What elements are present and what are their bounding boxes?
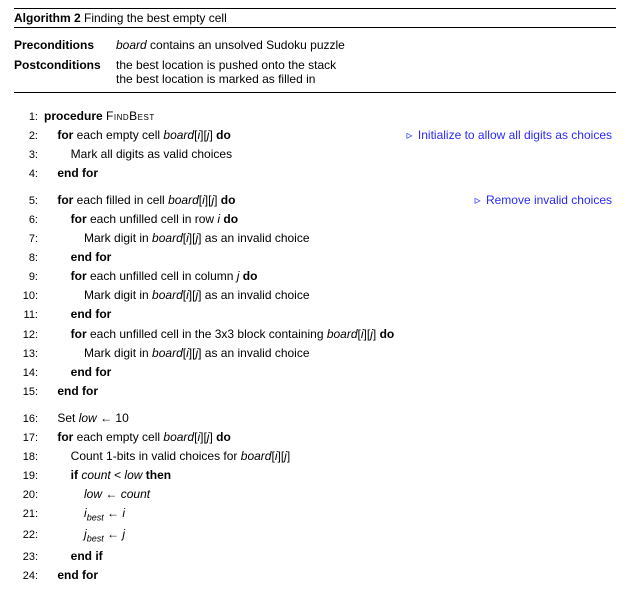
- line-number: 12:: [14, 327, 44, 344]
- algorithm-block: Algorithm 2 Finding the best empty cell …: [0, 0, 630, 597]
- line-number: 15:: [14, 384, 44, 401]
- code-line: 6: for each unfilled cell in row i do: [14, 210, 616, 229]
- divider: [14, 92, 616, 93]
- code-line: 17: for each empty cell board[i][j] do: [14, 428, 616, 447]
- line-number: 14:: [14, 365, 44, 382]
- code-line: 11: end for: [14, 305, 616, 324]
- code-line: 21: ibest ← i: [14, 504, 616, 525]
- line-number: 5:: [14, 193, 44, 210]
- line-number: 3:: [14, 147, 44, 164]
- line-number: 16:: [14, 411, 44, 428]
- code-line: 8: end for: [14, 248, 616, 267]
- code-line: 9: for each unfilled cell in column j do: [14, 267, 616, 286]
- line-number: 6:: [14, 212, 44, 229]
- code-line: 23: end if: [14, 547, 616, 566]
- postconditions-line2: the best location is marked as filled in: [116, 72, 336, 86]
- code-line: 22: jbest ← j: [14, 525, 616, 546]
- code-line: 10: Mark digit in board[i][j] as an inva…: [14, 286, 616, 305]
- postconditions-label: Postconditions: [14, 58, 116, 86]
- code-line: 2: for each empty cell board[i][j] do ▹ …: [14, 126, 616, 145]
- line-number: 13:: [14, 346, 44, 363]
- line-number: 20:: [14, 487, 44, 504]
- line-number: 18:: [14, 449, 44, 466]
- algorithm-title: Finding the best empty cell: [84, 11, 227, 25]
- comment: ▹ Initialize to allow all digits as choi…: [407, 126, 612, 145]
- pseudocode: 1: procedure FindBest 2: for each empty …: [14, 107, 616, 585]
- line-number: 4:: [14, 166, 44, 183]
- line-number: 2:: [14, 128, 44, 145]
- line-number: 1:: [14, 109, 44, 126]
- postconditions-line1: the best location is pushed onto the sta…: [116, 58, 336, 72]
- line-number: 10:: [14, 288, 44, 305]
- algorithm-label: Algorithm 2: [14, 11, 81, 25]
- code-line: 14: end for: [14, 363, 616, 382]
- code-line: 7: Mark digit in board[i][j] as an inval…: [14, 229, 616, 248]
- var-board: board: [116, 38, 147, 52]
- code-line: 24: end for: [14, 566, 616, 585]
- postconditions-row: Postconditions the best location is push…: [14, 58, 616, 86]
- triangle-icon: ▹: [407, 128, 413, 142]
- code-line: 18: Count 1-bits in valid choices for bo…: [14, 447, 616, 466]
- line-number: 23:: [14, 549, 44, 566]
- line-number: 24:: [14, 568, 44, 585]
- preconditions-text: board contains an unsolved Sudoku puzzle: [116, 38, 345, 52]
- code-line: 4: end for: [14, 164, 616, 183]
- code-line: 5: for each filled in cell board[i][j] d…: [14, 191, 616, 210]
- code-line: 16: Set low ← 10: [14, 409, 616, 428]
- algorithm-header: Algorithm 2 Finding the best empty cell: [14, 8, 616, 28]
- preconditions-label: Preconditions: [14, 38, 116, 52]
- triangle-icon: ▹: [475, 193, 481, 207]
- code-line: 20: low ← count: [14, 485, 616, 504]
- code-line: 1: procedure FindBest: [14, 107, 616, 126]
- comment: ▹ Remove invalid choices: [475, 191, 612, 210]
- line-number: 17:: [14, 430, 44, 447]
- preconditions-row: Preconditions board contains an unsolved…: [14, 38, 616, 52]
- line-number: 21:: [14, 506, 44, 523]
- proc-name: FindBest: [106, 109, 155, 123]
- code-line: 3: Mark all digits as valid choices: [14, 145, 616, 164]
- code-line: 12: for each unfilled cell in the 3x3 bl…: [14, 325, 616, 344]
- code-line: 13: Mark digit in board[i][j] as an inva…: [14, 344, 616, 363]
- line-number: 8:: [14, 250, 44, 267]
- line-number: 11:: [14, 307, 44, 324]
- line-number: 9:: [14, 269, 44, 286]
- code-line: 19: if count < low then: [14, 466, 616, 485]
- code-line: 15: end for: [14, 382, 616, 401]
- line-number: 7:: [14, 231, 44, 248]
- line-number: 19:: [14, 468, 44, 485]
